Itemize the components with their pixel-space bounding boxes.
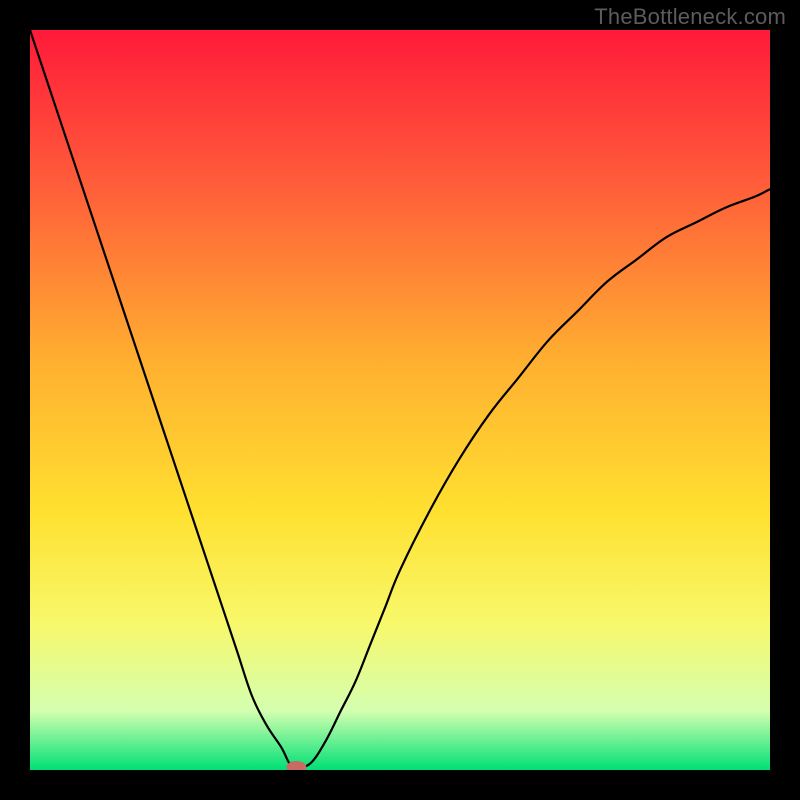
watermark-text: TheBottleneck.com [594, 4, 786, 30]
chart-outer: TheBottleneck.com [0, 0, 800, 800]
background-gradient [30, 30, 770, 770]
plot-area [30, 30, 770, 770]
chart-svg [30, 30, 770, 770]
